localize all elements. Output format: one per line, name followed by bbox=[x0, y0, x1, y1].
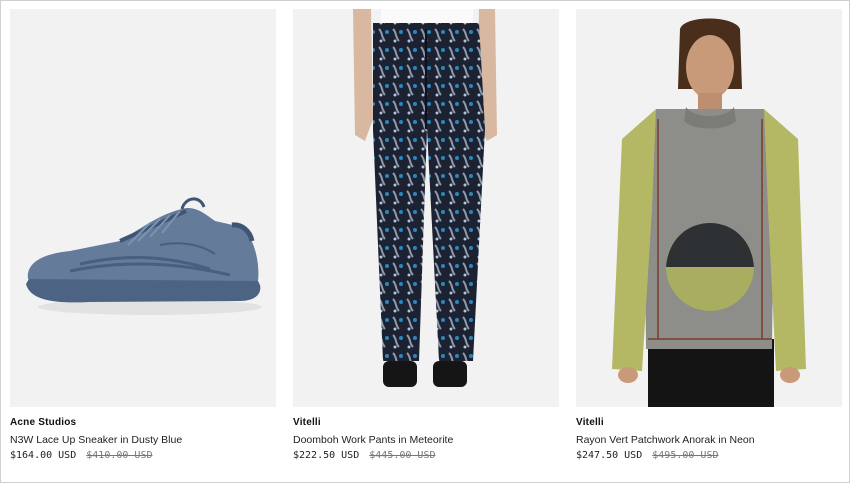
sale-price: $222.50 USD bbox=[293, 450, 360, 461]
page-frame: Acne Studios N3W Lace Up Sneaker in Dust… bbox=[0, 0, 850, 483]
product-brand[interactable]: Vitelli bbox=[293, 417, 559, 429]
original-price: $410.00 USD bbox=[86, 450, 153, 461]
product-name[interactable]: Doomboh Work Pants in Meteorite bbox=[293, 434, 559, 446]
product-image-sneaker[interactable] bbox=[10, 9, 276, 407]
product-price-row: $222.50 USD $445.00 USD bbox=[293, 450, 559, 462]
sale-price: $247.50 USD bbox=[576, 450, 643, 461]
product-brand[interactable]: Acne Studios bbox=[10, 417, 276, 429]
product-name[interactable]: Rayon Vert Patchwork Anorak in Neon bbox=[576, 434, 842, 446]
product-image-pants[interactable] bbox=[293, 9, 559, 407]
product-grid: Acne Studios N3W Lace Up Sneaker in Dust… bbox=[10, 9, 842, 462]
product-name[interactable]: N3W Lace Up Sneaker in Dusty Blue bbox=[10, 434, 276, 446]
original-price: $445.00 USD bbox=[369, 450, 436, 461]
product-card[interactable]: Vitelli Doomboh Work Pants in Meteorite … bbox=[293, 9, 559, 462]
product-image-sweater[interactable] bbox=[576, 9, 842, 407]
sneaker-image bbox=[10, 9, 276, 407]
original-price: $495.00 USD bbox=[652, 450, 719, 461]
product-price-row: $247.50 USD $495.00 USD bbox=[576, 450, 842, 462]
sweater-image bbox=[576, 9, 842, 407]
pants-image bbox=[293, 9, 559, 407]
product-card[interactable]: Vitelli Rayon Vert Patchwork Anorak in N… bbox=[576, 9, 842, 462]
product-card[interactable]: Acne Studios N3W Lace Up Sneaker in Dust… bbox=[10, 9, 276, 462]
product-brand[interactable]: Vitelli bbox=[576, 417, 842, 429]
sale-price: $164.00 USD bbox=[10, 450, 77, 461]
product-price-row: $164.00 USD $410.00 USD bbox=[10, 450, 276, 462]
